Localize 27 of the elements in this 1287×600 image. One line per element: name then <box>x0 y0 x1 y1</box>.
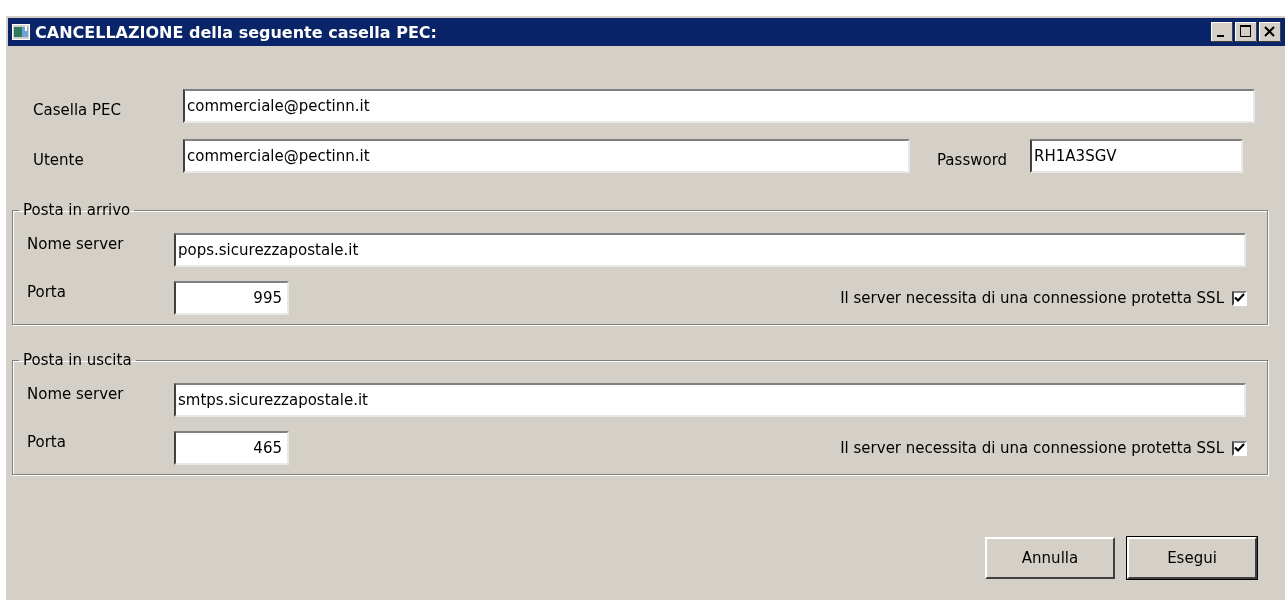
minimize-button[interactable] <box>1211 22 1233 42</box>
field-label: Porta <box>26 283 67 301</box>
input-field[interactable]: smtps.sicurezzapostale.it <box>174 383 1246 417</box>
field-label: Casella PEC <box>32 101 122 119</box>
window-title: CANCELLAZIONE della seguente casella PEC: <box>35 22 438 42</box>
input-field[interactable]: 995 <box>174 281 289 315</box>
checkbox-label: Il server necessita di una connessione protetta SSL <box>840 439 1224 457</box>
field-label: Nome server <box>26 235 125 253</box>
cancel-button[interactable]: Annulla <box>985 537 1115 579</box>
input-field[interactable]: 465 <box>174 431 289 465</box>
run-button[interactable]: Esegui <box>1127 537 1257 579</box>
checkbox[interactable] <box>1232 440 1247 456</box>
field-label: Nome server <box>26 385 125 403</box>
input-field[interactable]: RH1A3SGV <box>1030 139 1244 173</box>
checkbox-label: Il server necessita di una connessione protetta SSL <box>840 289 1224 307</box>
field-label: Password <box>936 151 1008 169</box>
input-field[interactable]: commerciale@pectinn.it <box>183 89 1255 123</box>
field-label: Porta <box>26 433 67 451</box>
checkbox[interactable] <box>1232 290 1247 306</box>
input-field[interactable]: commerciale@pectinn.it <box>183 139 910 173</box>
maximize-button[interactable] <box>1235 22 1257 42</box>
group-title: Posta in uscita <box>22 351 133 369</box>
app-icon <box>12 24 30 40</box>
group-title: Posta in arrivo <box>22 201 132 219</box>
close-button[interactable] <box>1259 22 1281 42</box>
input-field[interactable]: pops.sicurezzapostale.it <box>174 233 1246 267</box>
field-label: Utente <box>32 151 85 169</box>
